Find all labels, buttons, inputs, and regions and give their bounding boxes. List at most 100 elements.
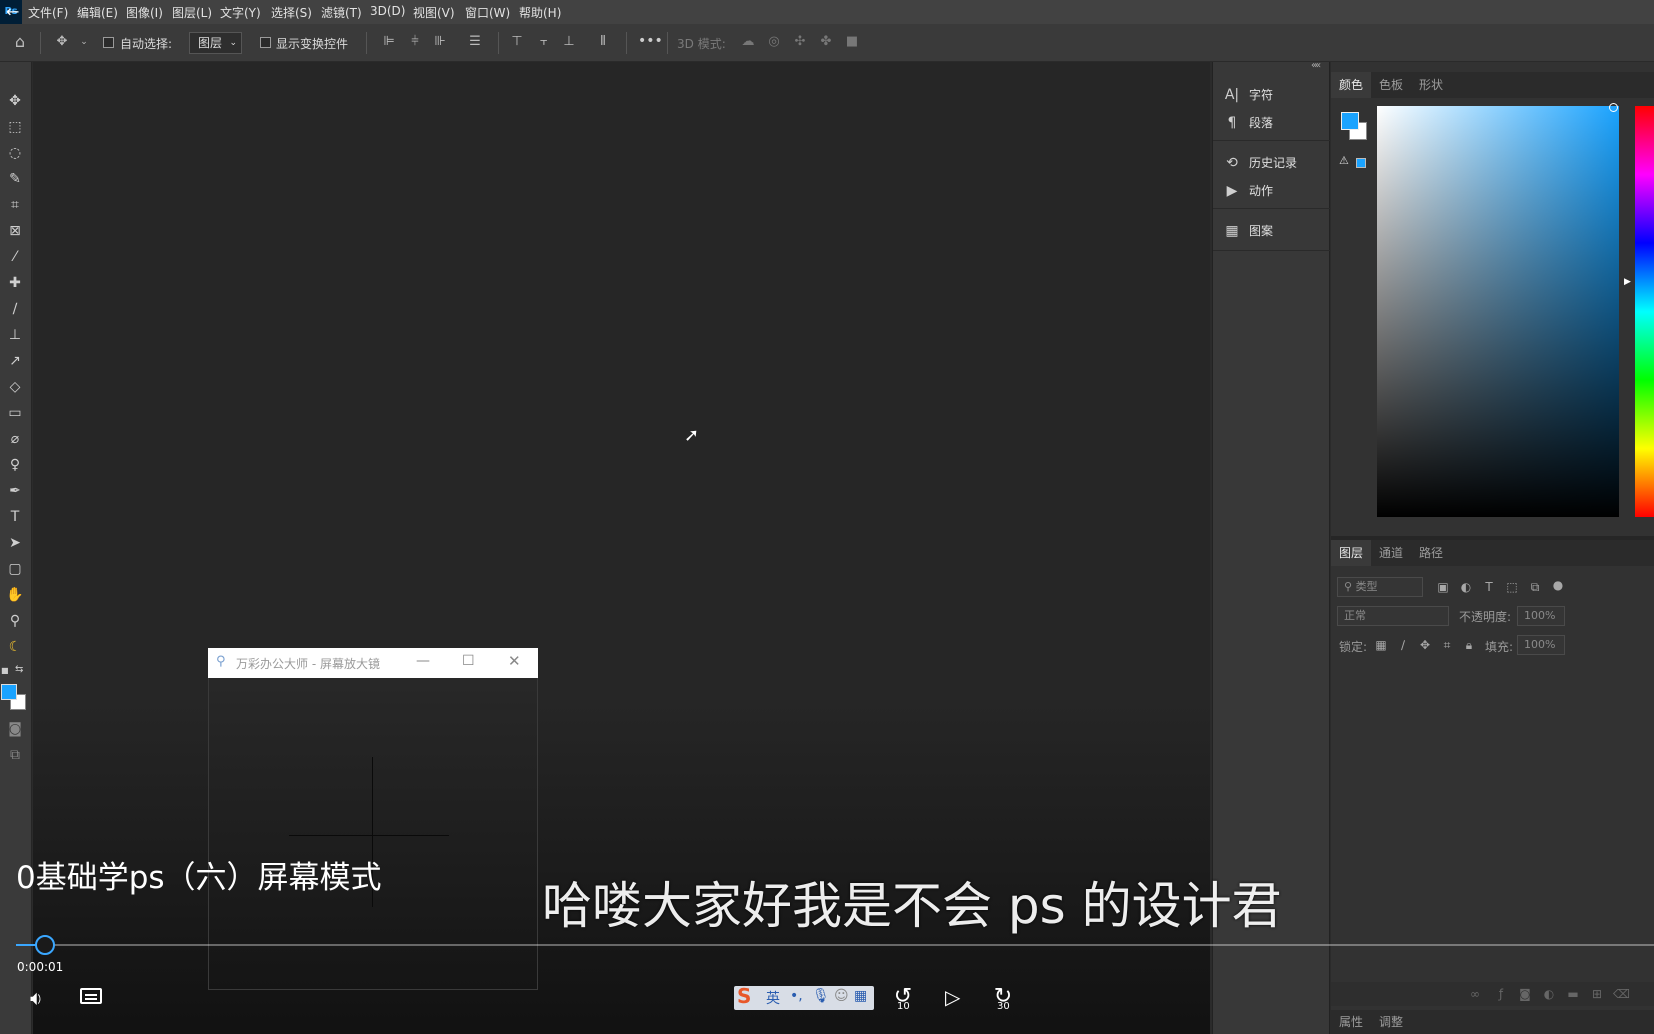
tab-adjustments[interactable]: 调整: [1371, 1010, 1411, 1034]
hand-tool-icon[interactable]: ✋: [4, 584, 26, 606]
eyedropper-tool-icon[interactable]: ⁄: [4, 246, 26, 268]
3d-orbit-icon[interactable]: ☁: [739, 33, 757, 51]
link-layers-icon[interactable]: ∞: [1467, 986, 1483, 1002]
image-filter-icon[interactable]: ▣: [1435, 579, 1451, 595]
align-bottom-icon[interactable]: ⊥: [560, 33, 578, 51]
ime-toolbar[interactable]: S 英 •, 🎙︎ ☺ ▦: [734, 984, 874, 1010]
layer-filter-field[interactable]: ⚲ 类型: [1337, 577, 1423, 597]
3d-pan-icon[interactable]: ✣: [791, 33, 809, 51]
maximize-icon[interactable]: ☐: [462, 653, 475, 669]
progress-track[interactable]: [16, 944, 1654, 946]
collapse-arrows-icon[interactable]: «: [1311, 60, 1317, 71]
more-options-button[interactable]: •••: [638, 33, 663, 49]
3d-roll-icon[interactable]: ◎: [765, 33, 783, 51]
dodge-tool-icon[interactable]: ♀: [4, 454, 26, 476]
minimize-icon[interactable]: —: [416, 653, 430, 669]
hue-slider-handle-icon[interactable]: ▶: [1624, 277, 1631, 287]
panel-character[interactable]: A| 字符: [1223, 86, 1327, 108]
marquee-tool-icon[interactable]: ⬚: [4, 116, 26, 138]
filter-toggle-icon[interactable]: ●: [1550, 577, 1566, 593]
menu-image[interactable]: 图像(I): [126, 4, 163, 21]
hue-slider[interactable]: [1635, 106, 1654, 517]
new-group-icon[interactable]: ▬: [1565, 986, 1581, 1002]
quick-select-tool-icon[interactable]: ✎: [4, 168, 26, 190]
default-colors-icon[interactable]: ■: [1, 666, 11, 676]
smart-object-filter-icon[interactable]: ⧉: [1527, 579, 1543, 595]
tab-color[interactable]: 颜色: [1331, 72, 1372, 98]
3d-slide-icon[interactable]: ✤: [817, 33, 835, 51]
menu-filter[interactable]: 滤镜(T): [321, 4, 362, 21]
move-tool-icon[interactable]: ✥: [53, 33, 71, 51]
menu-help[interactable]: 帮助(H): [519, 4, 561, 21]
banana-icon[interactable]: ☾: [4, 636, 26, 658]
align-right-icon[interactable]: ⊪: [431, 33, 449, 51]
panel-actions[interactable]: ▶ 动作: [1223, 182, 1327, 204]
type-tool-icon[interactable]: T: [4, 506, 26, 528]
new-adjustment-icon[interactable]: ◐: [1541, 986, 1557, 1002]
crop-tool-icon[interactable]: ⌗: [4, 194, 26, 216]
blend-mode-select[interactable]: 正常: [1337, 606, 1449, 626]
lock-transparent-icon[interactable]: ▦: [1373, 637, 1389, 653]
move-tool-icon[interactable]: ✥: [4, 90, 26, 112]
tab-swatches[interactable]: 色板: [1371, 72, 1411, 98]
lock-artboard-icon[interactable]: ⌗: [1439, 637, 1455, 653]
pen-tool-icon[interactable]: ✒: [4, 480, 26, 502]
lock-image-icon[interactable]: ∕: [1395, 637, 1411, 653]
align-hcenter-icon[interactable]: ⫩: [406, 33, 424, 51]
3d-camera-icon[interactable]: ■: [843, 33, 861, 51]
menu-layer[interactable]: 图层(L): [172, 4, 212, 21]
menu-3d[interactable]: 3D(D): [370, 4, 405, 18]
align-vcenter-icon[interactable]: ⫟: [535, 33, 553, 51]
foreground-color-swatch[interactable]: [1, 684, 17, 700]
chevron-down-icon[interactable]: ⌄: [75, 33, 93, 51]
color-fg-swatch[interactable]: [1341, 112, 1359, 130]
eraser-tool-icon[interactable]: ◇: [4, 376, 26, 398]
swap-colors-icon[interactable]: ⇆: [15, 664, 27, 676]
lock-position-icon[interactable]: ✥: [1417, 637, 1433, 653]
opacity-field[interactable]: 100%: [1517, 606, 1565, 626]
tab-layers[interactable]: 图层: [1331, 540, 1372, 566]
healing-brush-tool-icon[interactable]: ✚: [4, 272, 26, 294]
show-transform-checkbox[interactable]: [260, 37, 271, 48]
blur-tool-icon[interactable]: ⌀: [4, 428, 26, 450]
close-icon[interactable]: ✕: [508, 652, 521, 670]
fx-icon[interactable]: ƒ: [1493, 986, 1509, 1002]
add-mask-icon[interactable]: ◙: [1517, 986, 1533, 1002]
distribute-horizontal-icon[interactable]: ⫴: [594, 33, 612, 51]
fill-field[interactable]: 100%: [1517, 635, 1565, 655]
menu-edit[interactable]: 编辑(E): [77, 4, 118, 21]
align-top-icon[interactable]: ⊤: [508, 33, 526, 51]
delete-layer-icon[interactable]: ⌫: [1613, 986, 1630, 1002]
lock-all-icon[interactable]: 🔒︎: [1461, 637, 1477, 653]
forward-icon[interactable]: ↻ 30: [990, 984, 1016, 1012]
brush-tool-icon[interactable]: ∕: [4, 298, 26, 320]
volume-icon[interactable]: 🔉︎: [30, 986, 43, 1010]
type-filter-icon[interactable]: T: [1481, 579, 1497, 595]
shape-filter-icon[interactable]: ⬚: [1504, 579, 1520, 595]
color-picker-field[interactable]: [1377, 106, 1619, 517]
lasso-tool-icon[interactable]: ◌: [4, 142, 26, 164]
path-select-tool-icon[interactable]: ➤: [4, 532, 26, 554]
history-brush-tool-icon[interactable]: ↗: [4, 350, 26, 372]
panel-patterns[interactable]: ▦ 图案: [1223, 222, 1327, 244]
play-icon[interactable]: ▷: [945, 986, 965, 1008]
new-layer-icon[interactable]: ⊞: [1589, 986, 1605, 1002]
back-arrow-icon[interactable]: ←: [6, 2, 24, 22]
menu-type[interactable]: 文字(Y): [220, 4, 261, 21]
websafe-swatch[interactable]: [1356, 158, 1366, 168]
panel-history[interactable]: ⟲ 历史记录: [1223, 154, 1327, 176]
zoom-tool-icon[interactable]: ⚲: [4, 610, 26, 632]
tab-channels[interactable]: 通道: [1371, 540, 1411, 566]
align-left-icon[interactable]: ⊫: [380, 33, 398, 51]
tab-paths[interactable]: 路径: [1411, 540, 1451, 566]
stamp-tool-icon[interactable]: ⊥: [4, 324, 26, 346]
distribute-vertical-icon[interactable]: ☰: [466, 33, 484, 51]
rewind-icon[interactable]: ↺ 10: [890, 984, 916, 1012]
frame-tool-icon[interactable]: ⊠: [4, 220, 26, 242]
screen-mode-icon[interactable]: ⧉: [4, 744, 26, 766]
auto-select-checkbox[interactable]: [103, 37, 114, 48]
menu-window[interactable]: 窗口(W): [465, 4, 510, 21]
menu-file[interactable]: 文件(F): [28, 4, 68, 21]
panel-paragraph[interactable]: ¶ 段落: [1223, 114, 1327, 136]
menu-view[interactable]: 视图(V): [413, 4, 455, 21]
